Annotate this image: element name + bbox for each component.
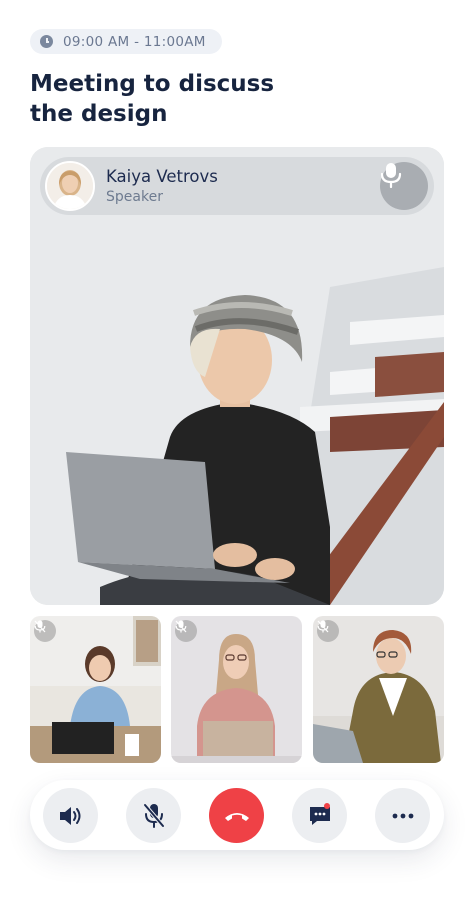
meeting-time-pill: 09:00 AM - 11:00AM: [30, 29, 222, 54]
speaker-button[interactable]: [43, 788, 98, 843]
meeting-time-text: 09:00 AM - 11:00AM: [63, 33, 206, 50]
participant-2-mute-indicator: [175, 620, 197, 642]
mic-off-icon: [175, 620, 187, 633]
main-video[interactable]: Kaiya Vetrovs Speaker: [30, 147, 444, 605]
speaker-icon: [59, 806, 80, 825]
speaker-info-bar: Kaiya Vetrovs Speaker: [40, 157, 434, 215]
call-controls-bar: [30, 780, 444, 850]
meeting-title-line-1: Meeting to discuss: [30, 71, 275, 97]
mic-off-icon: [142, 803, 165, 828]
mic-off-icon: [34, 620, 46, 633]
participant-3-mute-indicator: [317, 620, 339, 642]
chat-notification-badge: [324, 803, 330, 809]
main-video-image: [30, 147, 444, 605]
meeting-title: Meeting to discuss the design: [30, 69, 330, 129]
chat-button[interactable]: [292, 788, 347, 843]
clock-icon: [40, 35, 53, 48]
participant-video-2[interactable]: [171, 616, 302, 763]
microphone-icon: [380, 163, 402, 188]
speaker-text: Kaiya Vetrovs Speaker: [106, 167, 218, 205]
more-button[interactable]: [375, 788, 430, 843]
participant-1-mute-indicator: [34, 620, 56, 642]
speaker-name: Kaiya Vetrovs: [106, 167, 218, 186]
meeting-title-line-2: the design: [30, 101, 168, 127]
participant-video-3[interactable]: [313, 616, 444, 763]
phone-hangup-icon: [224, 812, 249, 821]
more-icon: [392, 813, 413, 818]
mic-off-icon: [317, 620, 329, 633]
mute-button[interactable]: [126, 788, 181, 843]
speaker-mic-button[interactable]: [380, 162, 428, 210]
avatar: [45, 161, 95, 211]
end-call-button[interactable]: [209, 788, 264, 843]
participant-video-1[interactable]: [30, 616, 161, 763]
speaker-role: Speaker: [106, 189, 163, 205]
